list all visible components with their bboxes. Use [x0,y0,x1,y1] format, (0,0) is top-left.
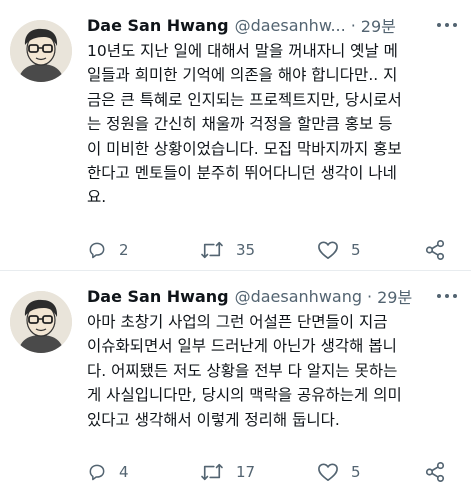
user-handle[interactable]: @daesanhw... [235,16,346,35]
retweet-count: 35 [236,241,256,259]
like-button[interactable]: 5 [317,459,361,485]
avatar[interactable] [10,20,72,82]
display-name[interactable]: Dae San Hwang [87,16,229,35]
share-button[interactable] [424,459,446,485]
reply-button[interactable]: 4 [87,459,129,485]
separator-dot: · [367,286,373,306]
retweet-count: 17 [236,463,256,481]
like-count: 5 [351,241,361,259]
tweet-header: Dae San Hwang @daesanhw... · 29분 [87,12,457,38]
retweet-button[interactable]: 17 [200,459,255,485]
share-icon [425,462,445,482]
tweet-text: 10년도 지난 일에 대해서 말을 꺼내자니 옛날 메 일들과 희미한 기억에 … [87,42,402,207]
avatar[interactable] [10,291,72,353]
like-button[interactable]: 5 [317,237,361,263]
display-name[interactable]: Dae San Hwang [87,287,229,306]
reply-count: 4 [119,463,129,481]
more-icon[interactable] [437,285,457,307]
tweet-1[interactable]: Dae San Hwang @daesanhw... · 29분 10년도 지난… [0,0,471,271]
reply-button[interactable]: 2 [87,237,129,263]
tweet-header: Dae San Hwang @daesanhwang · 29분 [87,283,457,309]
more-icon[interactable] [437,14,457,36]
timestamp[interactable]: 29분 [361,13,396,37]
heart-icon [318,241,338,259]
retweet-button[interactable]: 35 [200,237,255,263]
share-icon [425,240,445,260]
tweet-text: 아마 초창기 사업의 그런 어설픈 단면들이 지금 이슈화되면서 일부 드러난게… [87,313,402,429]
heart-icon [318,463,338,481]
tweet-actions: 4 17 5 [87,459,457,485]
retweet-icon [201,241,223,259]
retweet-icon [201,463,223,481]
like-count: 5 [351,463,361,481]
reply-icon [89,464,105,481]
reply-count: 2 [119,241,129,259]
reply-icon [89,242,105,259]
tweet-actions: 2 35 5 [87,237,457,263]
share-button[interactable] [424,237,446,263]
tweet-2[interactable]: Dae San Hwang @daesanhwang · 29분 아마 초창기 … [0,271,471,504]
user-handle[interactable]: @daesanhwang [235,287,362,306]
separator-dot: · [350,15,356,35]
timestamp[interactable]: 29분 [377,284,412,308]
